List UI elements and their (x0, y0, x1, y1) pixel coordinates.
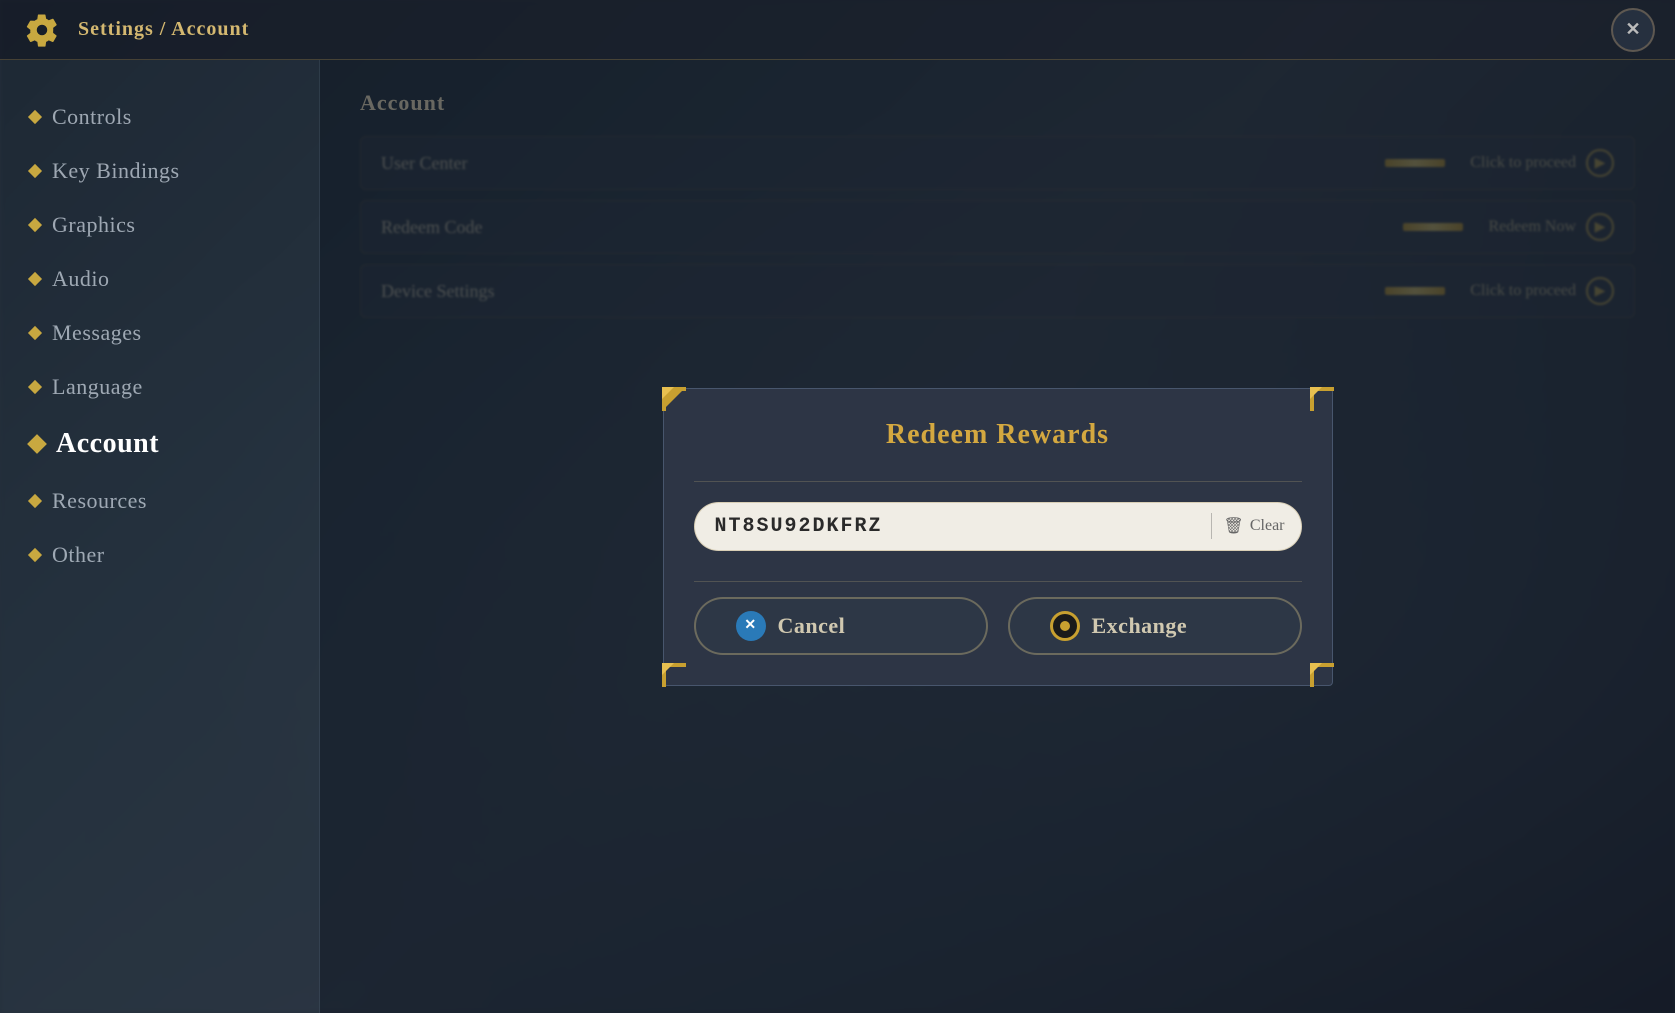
sidebar-item-label: Language (52, 374, 143, 400)
diamond-icon (28, 494, 42, 508)
sidebar-item-label: Graphics (52, 212, 135, 238)
diamond-icon (28, 272, 42, 286)
input-divider (1211, 513, 1212, 539)
breadcrumb: Settings / Account (78, 18, 249, 41)
main-content: Controls Key Bindings Graphics Audio Mes… (0, 60, 1675, 1013)
diamond-icon (28, 380, 42, 394)
sidebar-item-controls[interactable]: Controls (0, 90, 319, 144)
modal-bottom-divider (694, 581, 1302, 582)
modal-title: Redeem Rewards (694, 419, 1302, 451)
diamond-icon (28, 548, 42, 562)
sidebar: Controls Key Bindings Graphics Audio Mes… (0, 60, 320, 1013)
clear-button[interactable]: 🗑 Clear (1224, 516, 1285, 536)
diamond-icon (28, 110, 42, 124)
sidebar-item-messages[interactable]: Messages (0, 306, 319, 360)
sidebar-item-label: Resources (52, 488, 147, 514)
sidebar-item-language[interactable]: Language (0, 360, 319, 414)
sidebar-item-label: Audio (52, 266, 110, 292)
trash-icon: 🗑 (1224, 516, 1244, 536)
sidebar-item-key-bindings[interactable]: Key Bindings (0, 144, 319, 198)
clear-label: Clear (1250, 517, 1285, 535)
diamond-icon (28, 218, 42, 232)
modal-buttons: ✕ Cancel Exchange (694, 597, 1302, 655)
diamond-icon (27, 434, 47, 454)
gear-svg (24, 12, 60, 48)
sidebar-item-label: Other (52, 542, 105, 568)
sidebar-item-other[interactable]: Other (0, 528, 319, 582)
cancel-icon: ✕ (736, 611, 766, 641)
sidebar-item-label: Account (56, 428, 159, 460)
topbar: Settings / Account ✕ (0, 0, 1675, 60)
redeem-modal: Redeem Rewards 🗑 Clear ✕ (663, 388, 1333, 686)
gear-icon (20, 8, 64, 52)
corner-tr (1310, 387, 1334, 411)
corner-bl (662, 663, 686, 687)
diamond-icon (28, 326, 42, 340)
sidebar-item-label: Key Bindings (52, 158, 180, 184)
cancel-label: Cancel (778, 613, 846, 639)
redeem-code-input[interactable] (711, 509, 1199, 544)
diamond-icon (28, 164, 42, 178)
exchange-icon (1050, 611, 1080, 641)
sidebar-item-label: Messages (52, 320, 142, 346)
corner-br (1310, 663, 1334, 687)
cancel-button[interactable]: ✕ Cancel (694, 597, 988, 655)
topbar-left: Settings / Account (20, 8, 249, 52)
modal-top-divider (694, 481, 1302, 482)
modal-overlay: Redeem Rewards 🗑 Clear ✕ (320, 60, 1675, 1013)
exchange-label: Exchange (1092, 613, 1188, 639)
right-panel: Account User Center Click to proceed ▶ R… (320, 60, 1675, 1013)
settings-panel: Settings / Account ✕ Controls Key Bindin… (0, 0, 1675, 1013)
sidebar-item-graphics[interactable]: Graphics (0, 198, 319, 252)
corner-tl (662, 387, 686, 411)
sidebar-item-account[interactable]: Account (0, 414, 319, 474)
sidebar-item-resources[interactable]: Resources (0, 474, 319, 528)
code-input-row: 🗑 Clear (694, 502, 1302, 551)
sidebar-item-label: Controls (52, 104, 132, 130)
close-button[interactable]: ✕ (1611, 8, 1655, 52)
exchange-button[interactable]: Exchange (1008, 597, 1302, 655)
sidebar-item-audio[interactable]: Audio (0, 252, 319, 306)
